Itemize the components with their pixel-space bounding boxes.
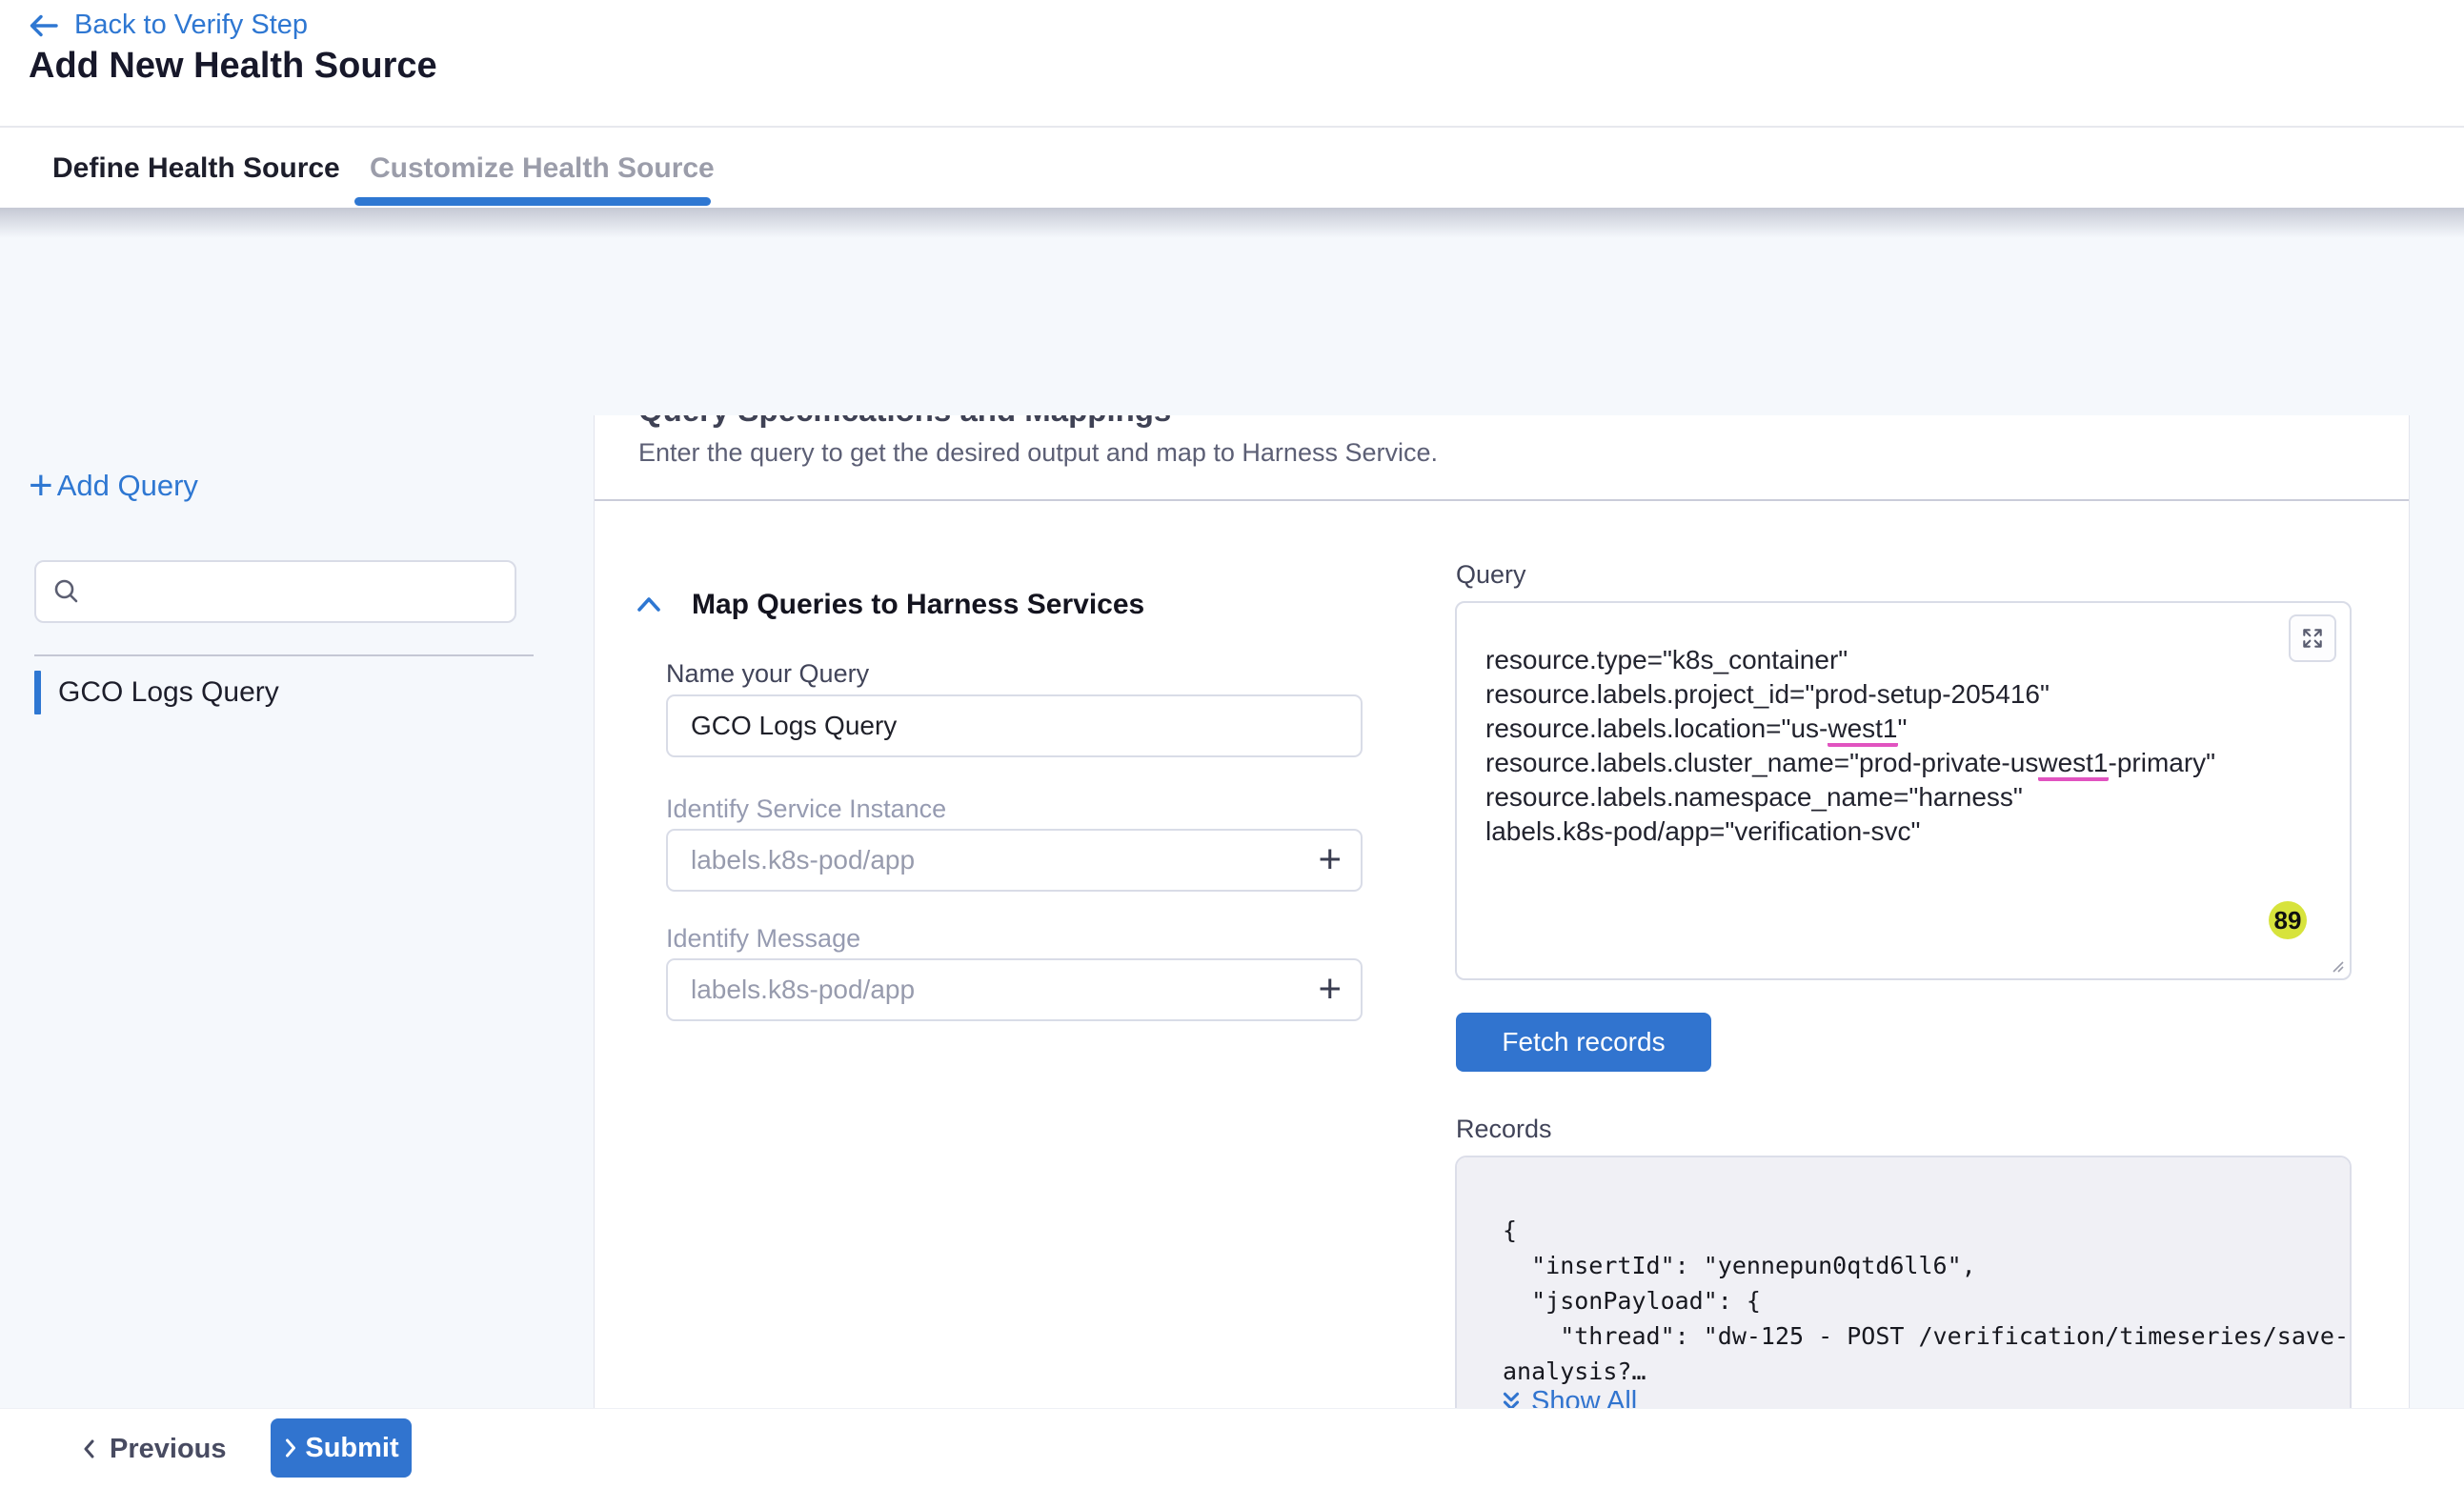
arrow-left-icon <box>29 13 59 38</box>
section-divider <box>595 499 2409 501</box>
active-tab-underline <box>354 197 711 206</box>
back-link-label: Back to Verify Step <box>74 10 308 41</box>
spellcheck-underline: west1 <box>1828 714 1897 747</box>
submit-button[interactable]: Submit <box>271 1418 412 1478</box>
selected-indicator-bar <box>34 671 41 714</box>
query-editor-text[interactable]: resource.type="k8s_container"resource.la… <box>1485 643 2264 849</box>
service-instance-input[interactable] <box>668 831 1361 890</box>
back-to-verify-step-link[interactable]: Back to Verify Step <box>29 10 308 41</box>
expand-query-button[interactable] <box>2289 614 2336 662</box>
text-line: { <box>1503 1213 2340 1248</box>
record-item-1: { "insertId": "yennepun0qtd6ll6", "jsonP… <box>1457 1157 2350 1430</box>
tab-customize-health-source[interactable]: Customize Health Source <box>370 152 715 185</box>
resize-handle-icon[interactable] <box>2328 956 2347 975</box>
query-editor: resource.type="k8s_container"resource.la… <box>1455 601 2352 980</box>
text-line: resource.labels.cluster_name="prod-priva… <box>1485 746 2264 780</box>
tab-define-health-source[interactable]: Define Health Source <box>52 152 340 185</box>
service-instance-field-wrap: + <box>666 829 1363 892</box>
text-line: resource.type="k8s_container" <box>1485 643 2264 677</box>
identify-service-instance-label: Identify Service Instance <box>666 794 946 824</box>
chevron-left-icon <box>81 1438 96 1459</box>
text-line: "thread": "dw-125 - POST /verification/t… <box>1503 1318 2340 1354</box>
add-query-button[interactable]: + Add Query <box>29 469 198 503</box>
query-sidebar: + Add Query GCO Logs Query <box>0 415 594 1488</box>
tab-bar: Define Health Source Customize Health So… <box>0 126 2464 208</box>
previous-button[interactable]: Previous <box>81 1422 227 1476</box>
message-field-wrap: + <box>666 958 1363 1021</box>
query-search-input[interactable] <box>93 576 494 607</box>
name-query-field-wrap <box>666 694 1363 757</box>
section-subtitle: Enter the query to get the desired outpu… <box>638 438 1438 468</box>
search-icon <box>51 576 82 607</box>
add-service-instance-icon[interactable]: + <box>1318 839 1342 877</box>
section-heading: Query Specifications and Mappings <box>638 415 1171 429</box>
submit-label: Submit <box>305 1433 398 1464</box>
fetch-records-button[interactable]: Fetch records <box>1456 1013 1711 1072</box>
text-line: resource.labels.location="us-west1" <box>1485 712 2264 746</box>
page-header: Back to Verify Step Add New Health Sourc… <box>0 0 2464 126</box>
text-line: "insertId": "yennepun0qtd6ll6", <box>1503 1248 2340 1283</box>
query-item-label: GCO Logs Query <box>58 676 279 709</box>
text-line: resource.labels.project_id="prod-setup-2… <box>1485 677 2264 712</box>
identify-message-label: Identify Message <box>666 924 860 954</box>
query-specifications-panel: Query Specifications and Mappings Enter … <box>594 415 2410 1488</box>
add-query-label: Add Query <box>57 469 198 503</box>
name-query-label: Name your Query <box>666 659 869 689</box>
map-queries-title: Map Queries to Harness Services <box>692 589 1144 621</box>
plus-icon: + <box>29 472 53 500</box>
add-message-icon[interactable]: + <box>1318 969 1342 1007</box>
fullscreen-icon <box>2300 626 2325 651</box>
record-1-json: { "insertId": "yennepun0qtd6ll6", "jsonP… <box>1503 1213 2340 1389</box>
sidebar-divider <box>34 654 534 656</box>
query-search-box <box>34 560 516 623</box>
text-line: analysis?… <box>1503 1354 2340 1389</box>
content-area: + Add Query GCO Logs Query Query Specifi… <box>0 208 2464 1488</box>
message-input[interactable] <box>668 960 1361 1019</box>
query-label: Query <box>1456 560 1526 590</box>
spellcheck-underline: west1 <box>2038 748 2108 781</box>
sidebar-item-gco-logs-query[interactable]: GCO Logs Query <box>34 671 279 714</box>
page-title: Add New Health Source <box>29 46 437 87</box>
previous-label: Previous <box>110 1434 227 1465</box>
records-label: Records <box>1456 1115 1552 1144</box>
chevron-right-icon <box>283 1438 297 1458</box>
text-line: labels.k8s-pod/app="verification-svc" <box>1485 814 2264 849</box>
footer-bar: Previous Submit <box>0 1408 2464 1488</box>
name-query-input[interactable] <box>668 696 1361 755</box>
map-queries-section-header: Map Queries to Harness Services <box>635 589 1144 621</box>
chevron-up-icon[interactable] <box>635 594 663 615</box>
text-line: resource.labels.namespace_name="harness" <box>1485 780 2264 814</box>
text-line: "jsonPayload": { <box>1503 1283 2340 1318</box>
character-count-badge: 89 <box>2269 901 2307 939</box>
